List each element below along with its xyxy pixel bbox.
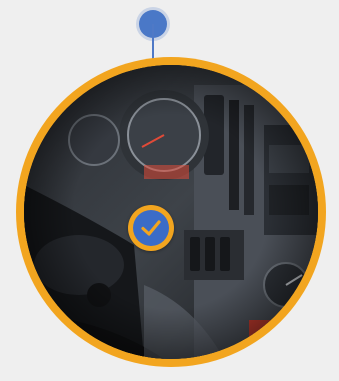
truck-dashboard-photo [24, 65, 318, 359]
checkmark-icon [141, 220, 161, 236]
magnifier-ring [16, 57, 326, 367]
hotspot-check-button[interactable] [128, 205, 174, 251]
hotspot-scene [0, 0, 339, 381]
check-badge [133, 210, 169, 246]
dashboard-photo [24, 65, 318, 359]
